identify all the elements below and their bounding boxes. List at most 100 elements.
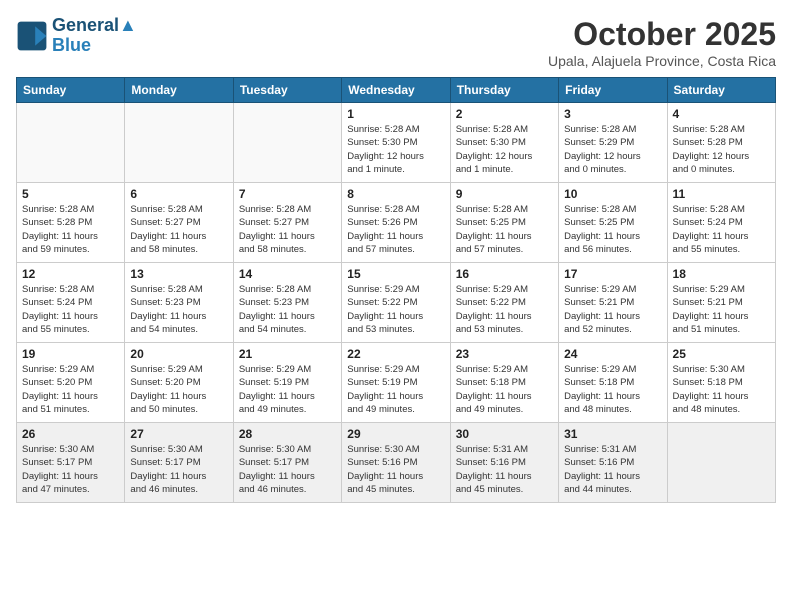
day-info: Sunrise: 5:29 AM Sunset: 5:18 PM Dayligh… xyxy=(456,363,553,416)
day-number: 27 xyxy=(130,427,227,441)
month-title: October 2025 xyxy=(548,16,776,53)
day-info: Sunrise: 5:28 AM Sunset: 5:25 PM Dayligh… xyxy=(456,203,553,256)
day-number: 25 xyxy=(673,347,770,361)
calendar-cell: 30 Sunrise: 5:31 AM Sunset: 5:16 PM Dayli… xyxy=(450,423,558,503)
weekday-header: Tuesday xyxy=(233,78,341,103)
day-info: Sunrise: 5:29 AM Sunset: 5:20 PM Dayligh… xyxy=(130,363,227,416)
day-number: 3 xyxy=(564,107,661,121)
calendar-cell xyxy=(233,103,341,183)
calendar-cell xyxy=(125,103,233,183)
day-number: 23 xyxy=(456,347,553,361)
calendar-cell: 2 Sunrise: 5:28 AM Sunset: 5:30 PM Daylig… xyxy=(450,103,558,183)
day-info: Sunrise: 5:28 AM Sunset: 5:23 PM Dayligh… xyxy=(239,283,336,336)
weekday-header: Wednesday xyxy=(342,78,450,103)
day-number: 15 xyxy=(347,267,444,281)
day-info: Sunrise: 5:28 AM Sunset: 5:27 PM Dayligh… xyxy=(130,203,227,256)
day-info: Sunrise: 5:30 AM Sunset: 5:17 PM Dayligh… xyxy=(130,443,227,496)
day-info: Sunrise: 5:29 AM Sunset: 5:22 PM Dayligh… xyxy=(347,283,444,336)
day-number: 7 xyxy=(239,187,336,201)
day-info: Sunrise: 5:28 AM Sunset: 5:28 PM Dayligh… xyxy=(673,123,770,176)
calendar-cell: 10 Sunrise: 5:28 AM Sunset: 5:25 PM Dayli… xyxy=(559,183,667,263)
calendar-cell xyxy=(667,423,775,503)
calendar-cell: 16 Sunrise: 5:29 AM Sunset: 5:22 PM Dayli… xyxy=(450,263,558,343)
title-block: October 2025 Upala, Alajuela Province, C… xyxy=(548,16,776,69)
calendar-cell: 1 Sunrise: 5:28 AM Sunset: 5:30 PM Daylig… xyxy=(342,103,450,183)
calendar-cell xyxy=(17,103,125,183)
day-number: 11 xyxy=(673,187,770,201)
day-number: 26 xyxy=(22,427,119,441)
calendar-cell: 17 Sunrise: 5:29 AM Sunset: 5:21 PM Dayli… xyxy=(559,263,667,343)
calendar-cell: 24 Sunrise: 5:29 AM Sunset: 5:18 PM Dayli… xyxy=(559,343,667,423)
day-info: Sunrise: 5:28 AM Sunset: 5:30 PM Dayligh… xyxy=(456,123,553,176)
weekday-header: Sunday xyxy=(17,78,125,103)
day-info: Sunrise: 5:30 AM Sunset: 5:17 PM Dayligh… xyxy=(239,443,336,496)
day-info: Sunrise: 5:30 AM Sunset: 5:17 PM Dayligh… xyxy=(22,443,119,496)
day-info: Sunrise: 5:31 AM Sunset: 5:16 PM Dayligh… xyxy=(564,443,661,496)
calendar-cell: 26 Sunrise: 5:30 AM Sunset: 5:17 PM Dayli… xyxy=(17,423,125,503)
day-info: Sunrise: 5:29 AM Sunset: 5:18 PM Dayligh… xyxy=(564,363,661,416)
day-number: 14 xyxy=(239,267,336,281)
day-number: 10 xyxy=(564,187,661,201)
day-number: 20 xyxy=(130,347,227,361)
calendar-cell: 8Sunrise: 5:28 AM Sunset: 5:26 PM Daylig… xyxy=(342,183,450,263)
day-info: Sunrise: 5:28 AM Sunset: 5:26 PM Dayligh… xyxy=(347,203,444,256)
day-number: 17 xyxy=(564,267,661,281)
day-info: Sunrise: 5:31 AM Sunset: 5:16 PM Dayligh… xyxy=(456,443,553,496)
day-number: 1 xyxy=(347,107,444,121)
day-info: Sunrise: 5:29 AM Sunset: 5:22 PM Dayligh… xyxy=(456,283,553,336)
day-number: 16 xyxy=(456,267,553,281)
day-number: 30 xyxy=(456,427,553,441)
calendar-cell: 18 Sunrise: 5:29 AM Sunset: 5:21 PM Dayli… xyxy=(667,263,775,343)
calendar-table: SundayMondayTuesdayWednesdayThursdayFrid… xyxy=(16,77,776,503)
day-number: 29 xyxy=(347,427,444,441)
calendar-cell: 27 Sunrise: 5:30 AM Sunset: 5:17 PM Dayli… xyxy=(125,423,233,503)
logo-text: General▲ Blue xyxy=(52,16,137,56)
calendar-cell: 3 Sunrise: 5:28 AM Sunset: 5:29 PM Daylig… xyxy=(559,103,667,183)
day-info: Sunrise: 5:28 AM Sunset: 5:23 PM Dayligh… xyxy=(130,283,227,336)
day-info: Sunrise: 5:28 AM Sunset: 5:24 PM Dayligh… xyxy=(22,283,119,336)
calendar-cell: 11Sunrise: 5:28 AM Sunset: 5:24 PM Dayli… xyxy=(667,183,775,263)
day-info: Sunrise: 5:29 AM Sunset: 5:21 PM Dayligh… xyxy=(564,283,661,336)
day-number: 13 xyxy=(130,267,227,281)
day-number: 18 xyxy=(673,267,770,281)
day-info: Sunrise: 5:30 AM Sunset: 5:16 PM Dayligh… xyxy=(347,443,444,496)
calendar-cell: 6 Sunrise: 5:28 AM Sunset: 5:27 PM Daylig… xyxy=(125,183,233,263)
day-number: 19 xyxy=(22,347,119,361)
calendar-cell: 7Sunrise: 5:28 AM Sunset: 5:27 PM Daylig… xyxy=(233,183,341,263)
day-number: 4 xyxy=(673,107,770,121)
logo-icon xyxy=(16,20,48,52)
calendar-cell: 25 Sunrise: 5:30 AM Sunset: 5:18 PM Dayli… xyxy=(667,343,775,423)
day-info: Sunrise: 5:28 AM Sunset: 5:30 PM Dayligh… xyxy=(347,123,444,176)
weekday-header: Monday xyxy=(125,78,233,103)
day-info: Sunrise: 5:29 AM Sunset: 5:21 PM Dayligh… xyxy=(673,283,770,336)
day-number: 28 xyxy=(239,427,336,441)
weekday-header: Friday xyxy=(559,78,667,103)
day-number: 24 xyxy=(564,347,661,361)
day-number: 12 xyxy=(22,267,119,281)
page-header: General▲ Blue October 2025 Upala, Alajue… xyxy=(16,16,776,69)
calendar-cell: 19Sunrise: 5:29 AM Sunset: 5:20 PM Dayli… xyxy=(17,343,125,423)
calendar-cell: 21Sunrise: 5:29 AM Sunset: 5:19 PM Dayli… xyxy=(233,343,341,423)
calendar-cell: 15 Sunrise: 5:29 AM Sunset: 5:22 PM Dayli… xyxy=(342,263,450,343)
day-info: Sunrise: 5:30 AM Sunset: 5:18 PM Dayligh… xyxy=(673,363,770,416)
day-info: Sunrise: 5:28 AM Sunset: 5:29 PM Dayligh… xyxy=(564,123,661,176)
calendar-cell: 12 Sunrise: 5:28 AM Sunset: 5:24 PM Dayli… xyxy=(17,263,125,343)
calendar-cell: 13 Sunrise: 5:28 AM Sunset: 5:23 PM Dayli… xyxy=(125,263,233,343)
day-number: 22 xyxy=(347,347,444,361)
weekday-header: Thursday xyxy=(450,78,558,103)
day-number: 31 xyxy=(564,427,661,441)
day-info: Sunrise: 5:29 AM Sunset: 5:19 PM Dayligh… xyxy=(347,363,444,416)
day-info: Sunrise: 5:28 AM Sunset: 5:28 PM Dayligh… xyxy=(22,203,119,256)
calendar-cell: 9Sunrise: 5:28 AM Sunset: 5:25 PM Daylig… xyxy=(450,183,558,263)
day-info: Sunrise: 5:28 AM Sunset: 5:25 PM Dayligh… xyxy=(564,203,661,256)
day-number: 6 xyxy=(130,187,227,201)
day-number: 5 xyxy=(22,187,119,201)
calendar-cell: 22 Sunrise: 5:29 AM Sunset: 5:19 PM Dayli… xyxy=(342,343,450,423)
day-info: Sunrise: 5:29 AM Sunset: 5:19 PM Dayligh… xyxy=(239,363,336,416)
weekday-header: Saturday xyxy=(667,78,775,103)
calendar-cell: 31 Sunrise: 5:31 AM Sunset: 5:16 PM Dayli… xyxy=(559,423,667,503)
calendar-cell: 5 Sunrise: 5:28 AM Sunset: 5:28 PM Daylig… xyxy=(17,183,125,263)
calendar-cell: 28 Sunrise: 5:30 AM Sunset: 5:17 PM Dayli… xyxy=(233,423,341,503)
day-number: 2 xyxy=(456,107,553,121)
calendar-cell: 14 Sunrise: 5:28 AM Sunset: 5:23 PM Dayli… xyxy=(233,263,341,343)
